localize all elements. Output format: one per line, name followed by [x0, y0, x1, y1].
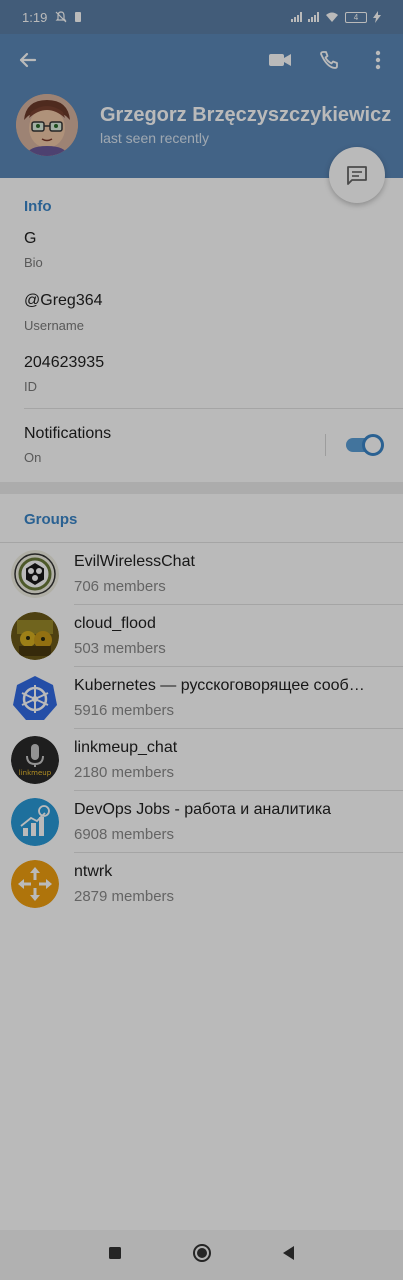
group-item-devops-jobs[interactable]: DevOps Jobs - работа и аналитика 6908 me… [0, 791, 403, 853]
id-label: ID [24, 379, 37, 394]
circle-icon [192, 1243, 211, 1262]
profile-name: Grzegorz Brzęczyszczykiewicz [100, 104, 392, 126]
groups-section-title: Groups [24, 511, 78, 528]
battery-level: 4 [353, 12, 359, 22]
avatar-illustration [16, 94, 78, 156]
section-gap [0, 482, 403, 494]
username-value[interactable]: @Greg364 [24, 292, 103, 310]
status-time: 1:19 [22, 9, 48, 25]
group-avatar [11, 612, 59, 660]
id-value[interactable]: 204623935 [24, 354, 104, 372]
group-item-kubernetes[interactable]: Kubernetes — русскоговорящее сообщество … [0, 667, 403, 729]
group-avatar: linkmeup [11, 736, 59, 784]
wifi-icon [326, 12, 338, 22]
bio-value: G [24, 230, 37, 247]
battery-icon: 4 [345, 11, 367, 23]
group-members: 6908 members [74, 826, 175, 843]
group-members: 5916 members [74, 702, 175, 719]
last-seen-status: last seen recently [100, 130, 209, 146]
arrow-left-icon [19, 52, 37, 68]
group-item-evilwirelesschat[interactable]: EvilWirelessChat 706 members [0, 543, 403, 605]
group-item-cloud-flood[interactable]: cloud_flood 503 members [0, 605, 403, 667]
group-item-linkmeup-chat[interactable]: linkmeup linkmeup_chat 2180 members [0, 729, 403, 791]
group-members: 706 members [74, 578, 166, 595]
group-name: linkmeup_chat [74, 739, 178, 756]
home-button[interactable] [192, 1243, 212, 1268]
more-options-button[interactable] [364, 46, 392, 74]
group-name: DevOps Jobs - работа и аналитика [74, 801, 332, 818]
notifications-label[interactable]: Notifications [24, 425, 111, 443]
group-name: Kubernetes — русскоговорящее сообщество [74, 677, 374, 694]
group-avatar [11, 550, 59, 598]
info-divider [24, 408, 403, 409]
group-name: EvilWirelessChat [74, 553, 195, 570]
recents-button[interactable] [108, 1246, 122, 1265]
group-members: 503 members [74, 640, 166, 657]
triangle-back-icon [282, 1245, 294, 1260]
status-bar: 1:19 4 [0, 0, 403, 34]
notifications-off-icon [55, 11, 67, 23]
sim-icon [75, 12, 82, 22]
group-avatar [11, 860, 59, 908]
message-icon [347, 166, 367, 185]
notifications-toggle[interactable] [346, 434, 384, 456]
group-item-ntwrk[interactable]: ntwrk 2879 members [0, 853, 403, 915]
send-message-button[interactable] [329, 147, 385, 203]
group-avatar [11, 674, 59, 722]
system-nav-bar [0, 1230, 403, 1280]
signal-icon [291, 12, 302, 22]
toggle-separator [325, 434, 326, 456]
toggle-knob [362, 434, 384, 456]
phone-icon [320, 51, 338, 69]
charging-icon [373, 11, 381, 23]
call-button[interactable] [315, 46, 343, 74]
profile-avatar[interactable] [16, 94, 78, 156]
group-name: ntwrk [74, 863, 113, 880]
video-camera-icon [269, 54, 291, 66]
group-members: 2879 members [74, 888, 175, 905]
video-call-button[interactable] [266, 46, 294, 74]
signal-icon-2 [308, 12, 319, 22]
group-avatar [11, 798, 59, 846]
back-nav-button[interactable] [282, 1245, 296, 1266]
group-members: 2180 members [74, 764, 175, 781]
notifications-state: On [24, 450, 42, 465]
square-icon [108, 1246, 121, 1259]
username-label: Username [24, 318, 84, 333]
more-vert-icon [375, 50, 381, 70]
bio-label: Bio [24, 255, 43, 270]
linkmeup-avatar-text: linkmeup [19, 769, 52, 777]
group-name: cloud_flood [74, 615, 156, 632]
info-section-title: Info [24, 198, 52, 215]
back-button[interactable] [14, 46, 42, 74]
